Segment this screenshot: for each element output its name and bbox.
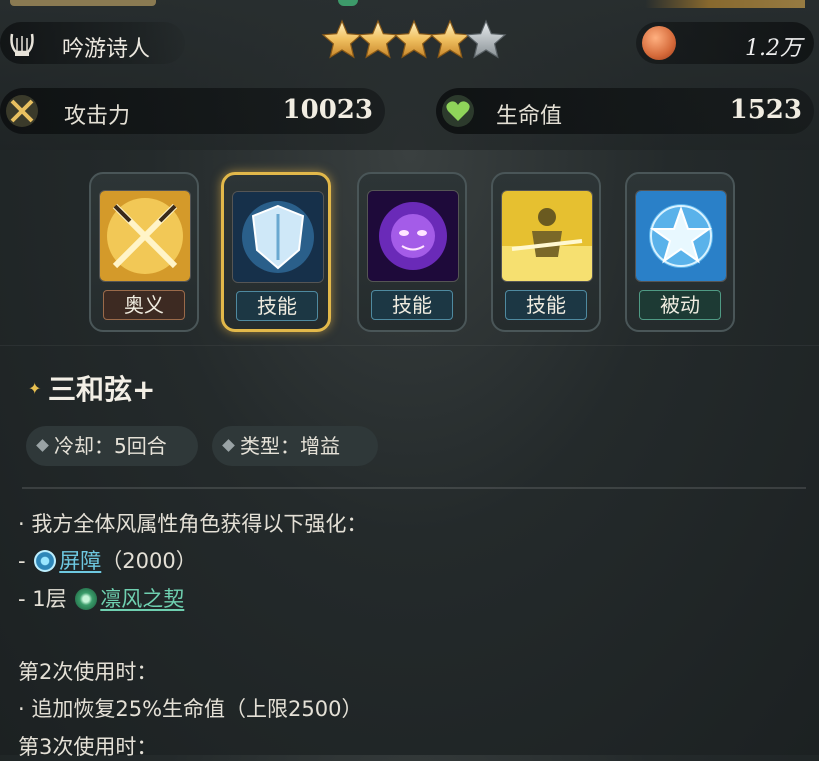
blue-star-icon: [635, 190, 727, 282]
element-gem-icon: [338, 0, 358, 6]
golden-knight-icon: [501, 190, 593, 282]
line-prefix: -: [18, 549, 33, 573]
description-line: · 我方全体风属性角色获得以下强化：: [18, 512, 368, 536]
skill-tag: 奥义: [103, 290, 185, 320]
type-text: 类型：增益: [240, 434, 340, 458]
skill-tag: 技能: [505, 290, 587, 320]
line-prefix: - 1层: [18, 587, 74, 611]
star-filled-icon: [357, 19, 399, 59]
skill-card-knight[interactable]: 技能: [491, 172, 601, 332]
role-pill[interactable]: 吟游诗人: [0, 22, 185, 64]
divider: [22, 487, 806, 489]
diamond-icon: [36, 439, 49, 452]
diamond-icon: [222, 439, 235, 452]
star-filled-icon: [321, 19, 363, 59]
sparkle-icon: ✦: [28, 379, 42, 398]
hp-label: 生命值: [496, 104, 563, 129]
attack-label: 攻击力: [64, 104, 131, 129]
shield-icon: [232, 191, 324, 283]
description-line: - 屏障（2000）: [18, 545, 197, 575]
attack-stat: 攻击力 10023: [0, 88, 385, 134]
crossed-swords-icon: [99, 190, 191, 282]
barrier-icon: [34, 550, 57, 572]
hp-value: 1523: [729, 95, 802, 125]
cooldown-chip: 冷却：5回合: [26, 426, 198, 466]
fist-icon: [642, 26, 676, 60]
role-name: 吟游诗人: [62, 37, 151, 62]
line-suffix: （2000）: [101, 549, 197, 573]
description-line: - 1层 凛风之契: [18, 583, 184, 613]
lyre-icon: [10, 33, 34, 56]
skill-card-ultimate[interactable]: 奥义: [89, 172, 199, 332]
top-tab-edge: [10, 0, 156, 6]
skill-list: 奥义 技能 技能 技能 被动: [0, 168, 819, 338]
attack-value: 10023: [282, 95, 373, 125]
description-line: · 追加恢复25%生命值（上限2500）: [18, 697, 363, 721]
power-value: 1.2万: [745, 36, 802, 61]
skill-card-passive[interactable]: 被动: [625, 172, 735, 332]
skill-tag: 被动: [639, 290, 721, 320]
heart-icon: [442, 95, 474, 127]
star-filled-icon: [393, 19, 435, 59]
skill-tag: 技能: [371, 290, 453, 320]
skill-card-shield[interactable]: 技能: [221, 172, 331, 332]
star-empty-icon: [465, 19, 507, 59]
skill-title: 三和弦+: [48, 373, 156, 406]
cooldown-text: 冷却：5回合: [54, 434, 167, 458]
crossed-swords-icon: [6, 95, 38, 127]
skill-card-spirit[interactable]: 技能: [357, 172, 467, 332]
divider: [0, 345, 819, 346]
description-line: 第3次使用时：: [18, 735, 158, 759]
purple-spirit-icon: [367, 190, 459, 282]
skill-tag: 技能: [236, 291, 318, 321]
power-pill: 1.2万: [636, 22, 814, 64]
wind-pact-icon: [75, 588, 98, 610]
barrier-link[interactable]: 屏障: [59, 549, 101, 573]
top-right-decoration: [645, 0, 805, 8]
hp-stat: 生命值 1523: [436, 88, 814, 134]
description-line: 第2次使用时：: [18, 660, 158, 684]
star-rating: [321, 19, 507, 59]
wind-pact-link[interactable]: 凛风之契: [100, 587, 184, 611]
star-filled-icon: [429, 19, 471, 59]
type-chip: 类型：增益: [212, 426, 378, 466]
